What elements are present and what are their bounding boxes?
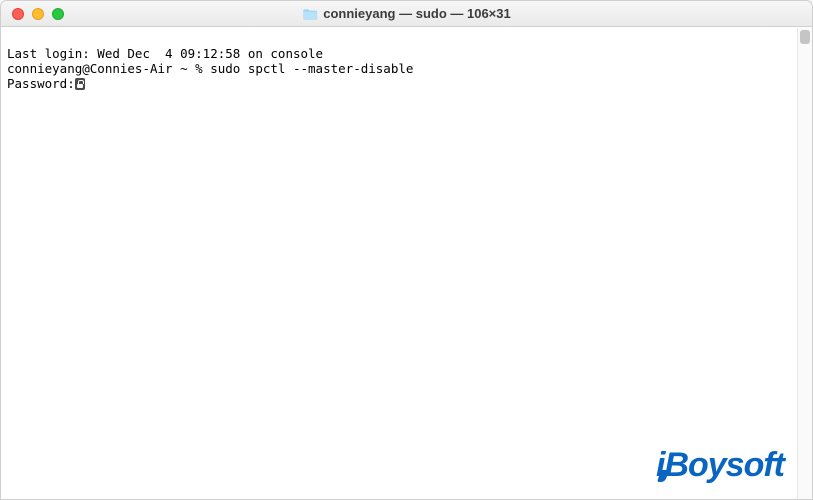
maximize-button[interactable] bbox=[52, 8, 64, 20]
watermark-text: iBoysoft bbox=[656, 446, 784, 485]
terminal-line-last-login: Last login: Wed Dec 4 09:12:58 on consol… bbox=[7, 46, 806, 61]
prompt-text: connieyang@Connies-Air ~ % bbox=[7, 61, 210, 76]
titlebar[interactable]: connieyang — sudo — 106×31 bbox=[1, 1, 812, 27]
key-icon bbox=[75, 78, 85, 90]
watermark-logo: iBoysoft bbox=[656, 446, 784, 485]
close-button[interactable] bbox=[12, 8, 24, 20]
scrollbar-thumb[interactable] bbox=[800, 30, 810, 44]
traffic-lights bbox=[12, 8, 64, 20]
folder-icon bbox=[302, 8, 317, 20]
window-title: connieyang — sudo — 106×31 bbox=[323, 6, 510, 21]
command-text: sudo spctl --master-disable bbox=[210, 61, 413, 76]
scrollbar[interactable] bbox=[797, 28, 812, 499]
window-title-group: connieyang — sudo — 106×31 bbox=[302, 6, 510, 21]
terminal-line-password: Password: bbox=[7, 76, 806, 91]
terminal-body[interactable]: Last login: Wed Dec 4 09:12:58 on consol… bbox=[1, 27, 812, 499]
terminal-line-command: connieyang@Connies-Air ~ % sudo spctl --… bbox=[7, 61, 806, 76]
password-label: Password: bbox=[7, 76, 75, 91]
minimize-button[interactable] bbox=[32, 8, 44, 20]
terminal-window: connieyang — sudo — 106×31 Last login: W… bbox=[0, 0, 813, 500]
